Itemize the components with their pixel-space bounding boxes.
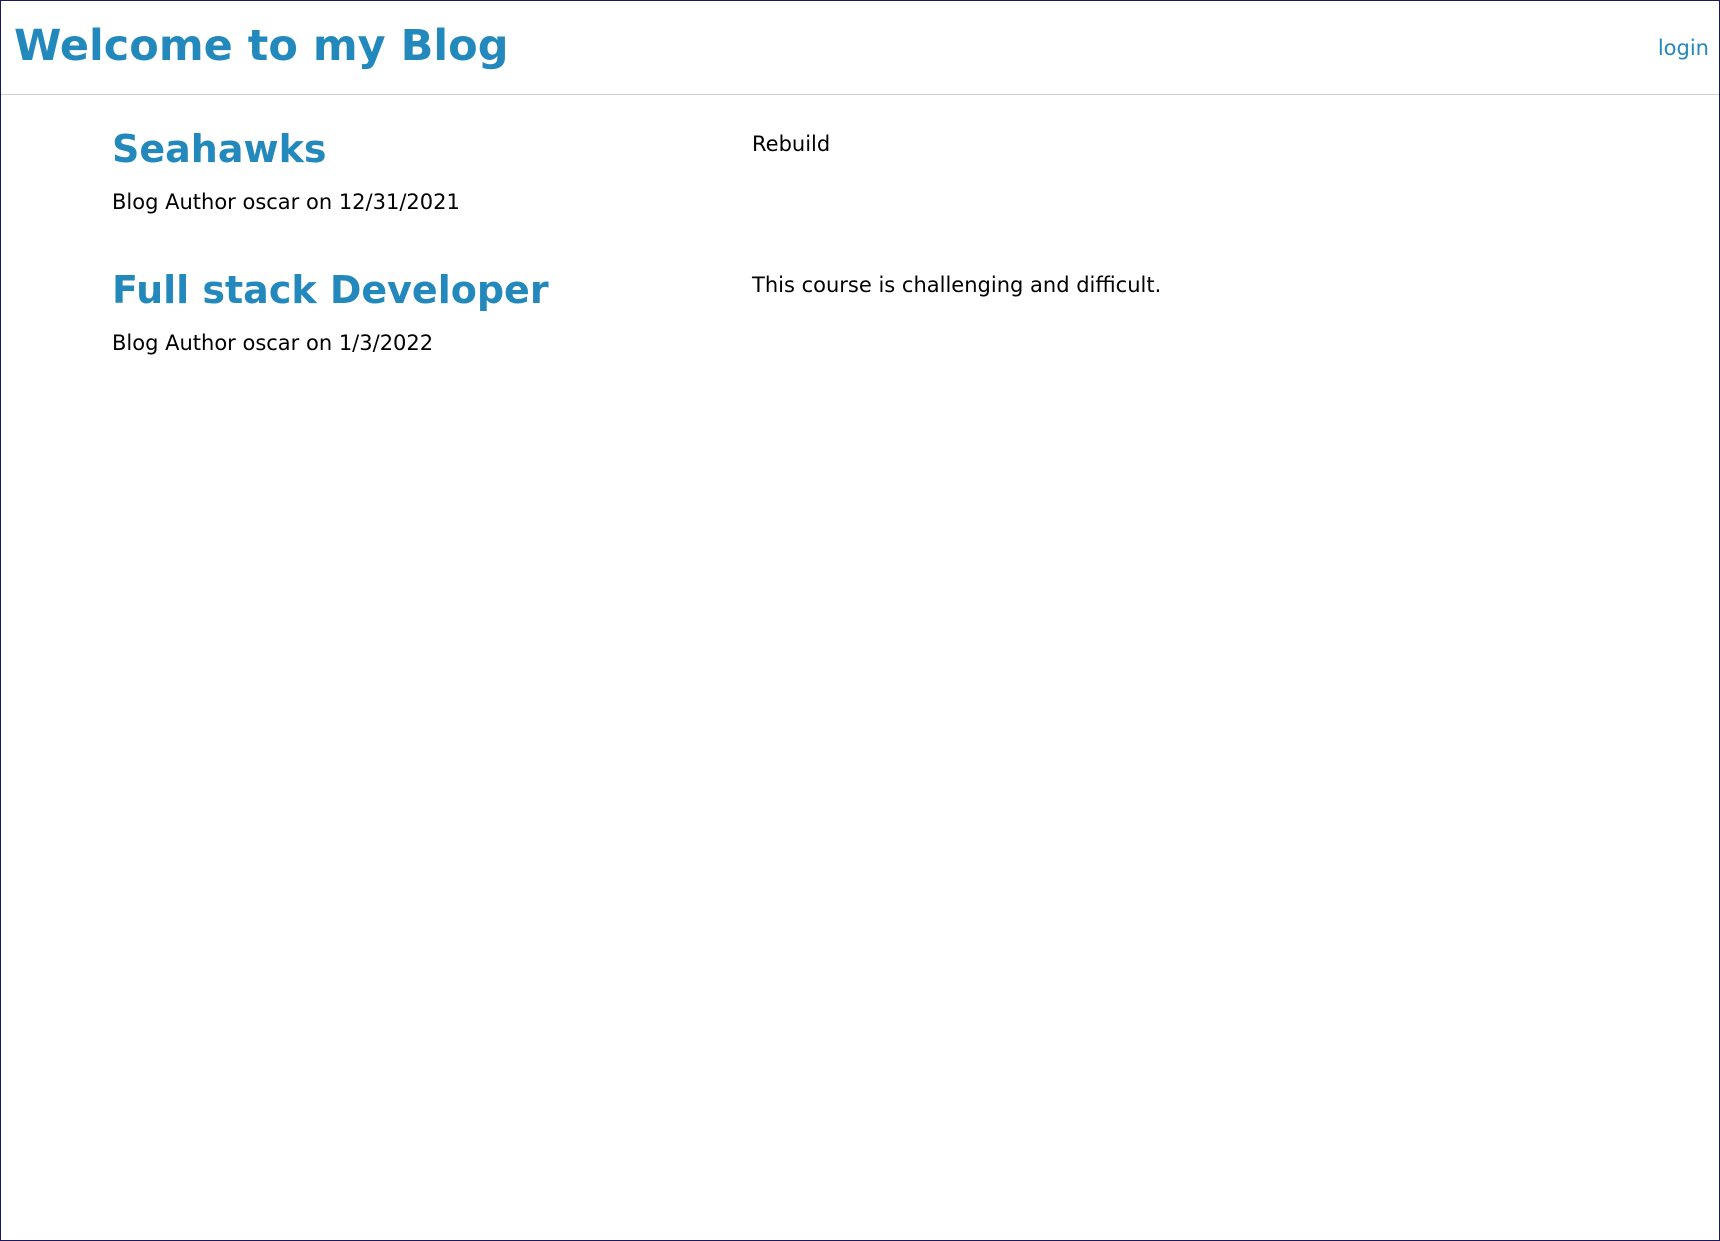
post-title-link[interactable]: Seahawks xyxy=(112,124,326,174)
post-item: Seahawks Blog Author oscar on 12/31/2021… xyxy=(1,95,1719,235)
post-body: This course is challenging and difficult… xyxy=(752,273,1162,297)
login-link[interactable]: login xyxy=(1658,34,1709,62)
post-title-link[interactable]: Full stack Developer xyxy=(112,265,549,315)
post-body: Rebuild xyxy=(752,132,831,156)
post-meta: Blog Author oscar on 12/31/2021 xyxy=(112,190,460,214)
page-frame: Welcome to my Blog login Seahawks Blog A… xyxy=(0,0,1720,1241)
post-item: Full stack Developer Blog Author oscar o… xyxy=(1,236,1719,376)
post-meta: Blog Author oscar on 1/3/2022 xyxy=(112,331,434,355)
site-header: Welcome to my Blog login xyxy=(1,1,1719,95)
site-title: Welcome to my Blog xyxy=(14,21,509,71)
